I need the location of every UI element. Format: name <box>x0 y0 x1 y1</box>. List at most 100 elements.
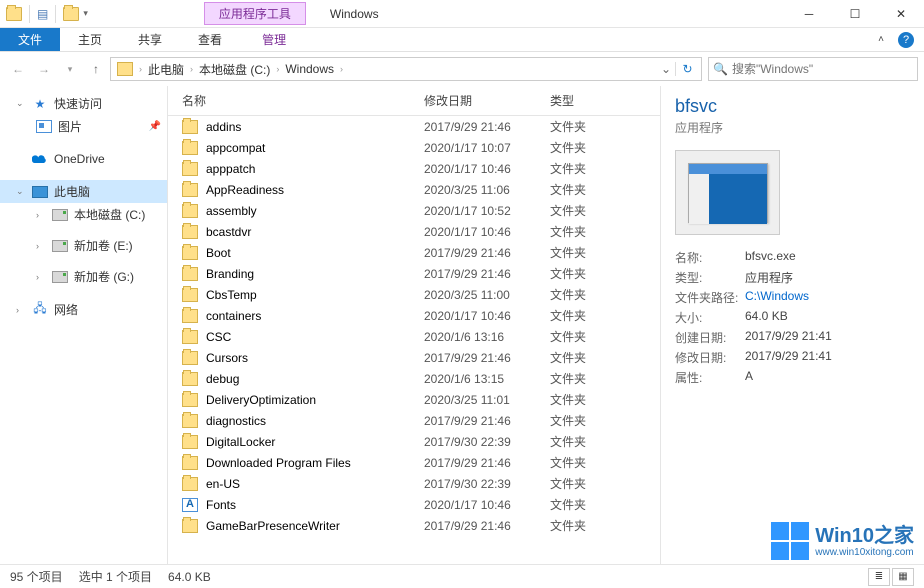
file-type: 文件夹 <box>550 181 620 198</box>
table-row[interactable]: Branding2017/9/29 21:46文件夹 <box>168 263 660 284</box>
table-row[interactable]: bcastdvr2020/1/17 10:46文件夹 <box>168 221 660 242</box>
refresh-icon[interactable]: ↻ <box>675 62 699 76</box>
file-date: 2017/9/30 22:39 <box>424 477 550 491</box>
table-row[interactable]: Fonts2020/1/17 10:46文件夹 <box>168 494 660 515</box>
table-row[interactable]: Cursors2017/9/29 21:46文件夹 <box>168 347 660 368</box>
file-type: 文件夹 <box>550 517 620 534</box>
collapse-icon[interactable]: ⌄ <box>16 98 26 109</box>
file-date: 2017/9/30 22:39 <box>424 435 550 449</box>
breadcrumb-folder[interactable]: Windows <box>281 58 338 80</box>
column-header-type[interactable]: 类型 <box>544 92 614 109</box>
table-row[interactable]: CbsTemp2020/3/25 11:00文件夹 <box>168 284 660 305</box>
folder-icon <box>182 477 198 491</box>
column-header-date[interactable]: 修改日期 <box>418 92 544 109</box>
table-row[interactable]: assembly2020/1/17 10:52文件夹 <box>168 200 660 221</box>
expand-icon[interactable]: › <box>36 272 46 282</box>
file-date: 2020/1/6 13:16 <box>424 330 550 344</box>
view-details-button[interactable]: ≣ <box>868 568 890 586</box>
sidebar-item-quick-access[interactable]: ⌄ ★ 快速访问 <box>0 92 167 115</box>
table-row[interactable]: diagnostics2017/9/29 21:46文件夹 <box>168 410 660 431</box>
titlebar: ▤ ▾ 应用程序工具 Windows ─ ☐ ✕ <box>0 0 924 28</box>
sidebar-item-onedrive[interactable]: OneDrive <box>0 148 167 170</box>
table-row[interactable]: Downloaded Program Files2017/9/29 21:46文… <box>168 452 660 473</box>
chevron-right-icon[interactable]: › <box>137 64 144 74</box>
file-tab[interactable]: 文件 <box>0 28 60 51</box>
drive-icon <box>52 271 68 283</box>
table-row[interactable]: containers2020/1/17 10:46文件夹 <box>168 305 660 326</box>
watermark: Win10之家 www.win10xitong.com <box>771 522 914 560</box>
app-icon[interactable] <box>6 7 22 21</box>
up-button[interactable]: ↑ <box>84 57 108 81</box>
expand-icon[interactable]: › <box>36 210 46 220</box>
chevron-right-icon[interactable]: › <box>274 64 281 74</box>
close-button[interactable]: ✕ <box>878 0 924 28</box>
folder-icon <box>182 393 198 407</box>
maximize-button[interactable]: ☐ <box>832 0 878 28</box>
file-date: 2020/1/17 10:52 <box>424 204 550 218</box>
file-date: 2020/3/25 11:00 <box>424 288 550 302</box>
file-rows[interactable]: addins2017/9/29 21:46文件夹appcompat2020/1/… <box>168 116 660 564</box>
table-row[interactable]: debug2020/1/6 13:15文件夹 <box>168 368 660 389</box>
recent-locations-button[interactable]: ▾ <box>58 57 82 81</box>
chevron-right-icon[interactable]: › <box>338 64 345 74</box>
help-icon[interactable]: ? <box>898 32 914 48</box>
table-row[interactable]: AppReadiness2020/3/25 11:06文件夹 <box>168 179 660 200</box>
prop-key: 创建日期: <box>675 329 745 346</box>
table-row[interactable]: CSC2020/1/6 13:16文件夹 <box>168 326 660 347</box>
sidebar-item-drive-c[interactable]: › 本地磁盘 (C:) <box>0 203 167 226</box>
back-button[interactable]: ← <box>6 57 30 81</box>
view-icons-button[interactable]: ▦ <box>892 568 914 586</box>
qat-props-icon[interactable]: ▤ <box>37 7 48 21</box>
ribbon-collapse-icon[interactable]: ˄ <box>878 34 884 45</box>
address-bar[interactable]: › 此电脑 › 本地磁盘 (C:) › Windows › ⌄ ↻ <box>110 57 702 81</box>
address-dropdown-icon[interactable]: ⌄ <box>657 62 675 76</box>
table-row[interactable]: Boot2017/9/29 21:46文件夹 <box>168 242 660 263</box>
file-date: 2017/9/29 21:46 <box>424 351 550 365</box>
tab-home[interactable]: 主页 <box>60 28 120 51</box>
sidebar-label: 新加卷 (E:) <box>74 237 133 254</box>
minimize-button[interactable]: ─ <box>786 0 832 28</box>
table-row[interactable]: DeliveryOptimization2020/3/25 11:01文件夹 <box>168 389 660 410</box>
collapse-icon[interactable]: ⌄ <box>16 186 26 197</box>
breadcrumb-drive[interactable]: 本地磁盘 (C:) <box>195 58 274 80</box>
star-icon: ★ <box>32 96 48 112</box>
file-name: addins <box>206 120 424 134</box>
path-link[interactable]: C:\Windows <box>745 289 809 303</box>
file-date: 2020/1/17 10:46 <box>424 162 550 176</box>
table-row[interactable]: appcompat2020/1/17 10:07文件夹 <box>168 137 660 158</box>
table-row[interactable]: DigitalLocker2017/9/30 22:39文件夹 <box>168 431 660 452</box>
search-input[interactable] <box>732 62 913 76</box>
qat-new-folder-icon[interactable] <box>63 7 79 21</box>
file-name: Cursors <box>206 351 424 365</box>
sidebar-label: 新加卷 (G:) <box>74 268 134 285</box>
expand-icon[interactable]: › <box>16 305 26 315</box>
details-subtitle: 应用程序 <box>675 119 910 136</box>
tab-manage[interactable]: 管理 <box>244 28 304 51</box>
expand-icon[interactable]: › <box>36 241 46 251</box>
sidebar-label: 本地磁盘 (C:) <box>74 206 145 223</box>
chevron-right-icon[interactable]: › <box>188 64 195 74</box>
table-row[interactable]: GameBarPresenceWriter2017/9/29 21:46文件夹 <box>168 515 660 536</box>
table-row[interactable]: apppatch2020/1/17 10:46文件夹 <box>168 158 660 179</box>
sidebar-item-drive-e[interactable]: › 新加卷 (E:) <box>0 234 167 257</box>
table-row[interactable]: addins2017/9/29 21:46文件夹 <box>168 116 660 137</box>
status-selected: 选中 1 个项目 <box>79 568 152 585</box>
details-thumbnail <box>675 150 780 235</box>
sidebar-item-drive-g[interactable]: › 新加卷 (G:) <box>0 265 167 288</box>
sidebar-item-network[interactable]: › 🖧 网络 <box>0 298 167 321</box>
search-box[interactable]: 🔍 <box>708 57 918 81</box>
column-header-name[interactable]: 名称 <box>168 92 418 109</box>
tab-view[interactable]: 查看 <box>180 28 240 51</box>
table-row[interactable]: en-US2017/9/30 22:39文件夹 <box>168 473 660 494</box>
tab-share[interactable]: 共享 <box>120 28 180 51</box>
sidebar-item-this-pc[interactable]: ⌄ 此电脑 <box>0 180 167 203</box>
sidebar-item-pictures[interactable]: 图片 📌 <box>0 115 167 138</box>
file-date: 2020/1/17 10:46 <box>424 225 550 239</box>
file-type: 文件夹 <box>550 139 620 156</box>
folder-icon <box>182 162 198 176</box>
prop-key: 大小: <box>675 309 745 326</box>
breadcrumb-thispc[interactable]: 此电脑 <box>144 58 188 80</box>
forward-button[interactable]: → <box>32 57 56 81</box>
folder-icon <box>182 456 198 470</box>
qat-overflow-icon[interactable]: ▾ <box>83 8 88 19</box>
